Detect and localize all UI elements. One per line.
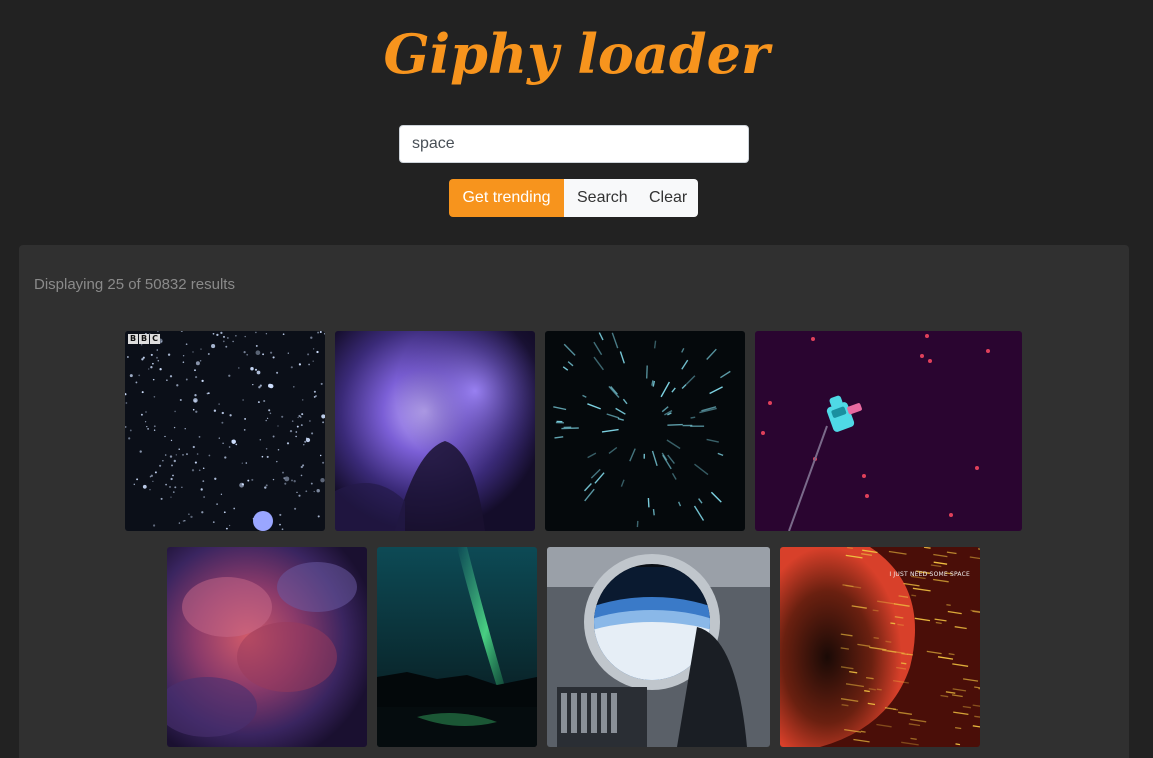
gif-thumbnail-starfield[interactable]: BBC [125,331,325,531]
search-input[interactable] [399,125,749,163]
gif-thumbnail-aurora[interactable] [377,547,537,747]
app-title: Giphy loader [383,22,770,86]
gif-thumbnail-purple-nebula[interactable] [335,331,535,531]
astronaut-image [755,331,1022,531]
clear-button[interactable]: Clear [636,179,698,217]
starfield-image [125,331,325,531]
search-button[interactable]: Search [564,179,636,217]
get-trending-button[interactable]: Get trending [449,179,564,217]
purple-nebula-image [335,331,535,531]
gif-thumbnail-red-nebula[interactable] [167,547,367,747]
warp-stars-image [545,331,745,531]
spacecraft-window-image [547,547,770,747]
red-nebula-image [167,547,367,747]
gif-thumbnail-astronaut-helmet[interactable]: I JUST NEED SOME SPACE [780,547,980,747]
aurora-image [377,547,537,747]
action-button-group: Get trending Search Clear [449,179,698,217]
results-count: Displaying 25 of 50832 results [34,276,235,293]
gif-thumbnail-warp-stars[interactable] [545,331,745,531]
gif-thumbnail-astronaut[interactable] [755,331,1022,531]
gif-caption: I JUST NEED SOME SPACE [889,571,970,578]
bbc-logo: BBC [128,334,160,344]
gif-thumbnail-spacecraft-window[interactable] [547,547,770,747]
